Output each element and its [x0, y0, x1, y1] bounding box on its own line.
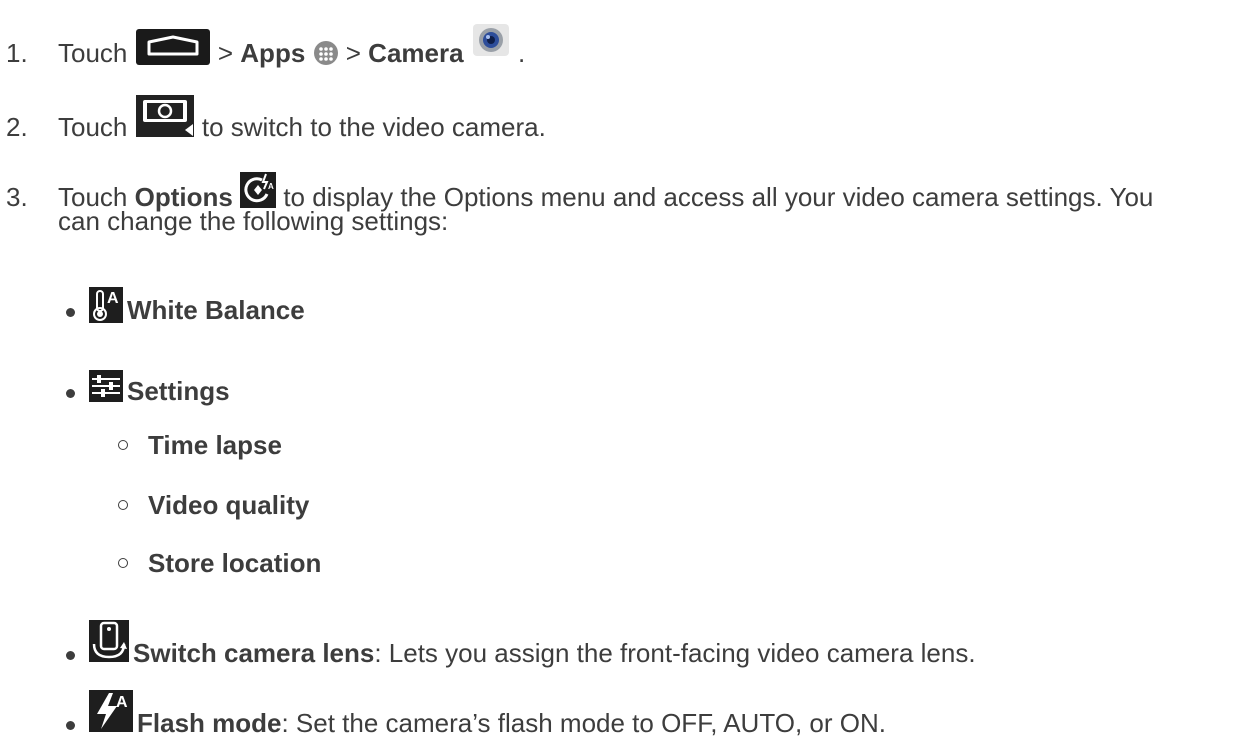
- svg-text:A: A: [268, 182, 274, 191]
- apps-grid-icon: [313, 40, 339, 72]
- bullet-label: Switch camera lens: [133, 638, 375, 668]
- apps-label: Apps: [240, 38, 306, 68]
- sub-item-store-location: Store location: [118, 548, 321, 578]
- sub-item-label: Store location: [148, 548, 322, 578]
- step-number: 1.: [6, 38, 28, 68]
- touch-text: Touch: [58, 38, 128, 68]
- sub-item-label: Video quality: [148, 490, 310, 520]
- list-item-settings: Settings: [66, 370, 230, 408]
- separator: >: [217, 38, 234, 68]
- bullet-description: : Set the camera’s flash mode to OFF, AU…: [281, 708, 886, 738]
- bullet-dot: [66, 651, 75, 660]
- sub-bullet: [118, 500, 128, 510]
- step-2-text: to switch to the video camera.: [201, 112, 546, 142]
- sub-bullet: [118, 558, 128, 568]
- list-item-flash-mode: A Flash mode: Set the camera’s flash mod…: [66, 690, 886, 738]
- step-number: 3.: [6, 182, 28, 212]
- separator: >: [345, 38, 361, 68]
- step-2: 2. Touch to switch to the video camera.: [6, 94, 546, 144]
- period: .: [518, 38, 526, 68]
- instruction-page: 1. Touch > Apps > Camera . 2. Touch to s…: [0, 0, 1256, 744]
- bullet-description: : Lets you assign the front-facing video…: [374, 638, 976, 668]
- bullet-dot: [66, 389, 75, 398]
- switch-camera-icon: [89, 620, 129, 668]
- white-balance-icon: A: [89, 287, 123, 329]
- camera-label: Camera: [368, 38, 464, 68]
- step-3-continuation: can change the following settings:: [58, 206, 449, 236]
- sub-item-video-quality: Video quality: [118, 490, 309, 520]
- list-item-white-balance: A White Balance: [66, 287, 305, 329]
- bullet-dot: [66, 308, 75, 317]
- home-button-icon: [135, 28, 211, 72]
- sub-item-label: Time lapse: [148, 430, 282, 460]
- camera-app-icon: [471, 22, 511, 64]
- step-number: 2.: [6, 112, 28, 142]
- settings-sliders-icon: [89, 370, 123, 408]
- flash-auto-icon: A: [89, 690, 133, 738]
- bullet-label: Settings: [127, 376, 230, 406]
- list-item-switch-camera-lens: Switch camera lens: Lets you assign the …: [66, 620, 976, 668]
- touch-text: Touch: [58, 112, 128, 142]
- sub-item-time-lapse: Time lapse: [118, 430, 282, 460]
- svg-text:A: A: [107, 290, 119, 307]
- step-1: 1. Touch > Apps > Camera .: [6, 22, 525, 72]
- sub-bullet: [118, 440, 128, 450]
- bullet-dot: [66, 721, 75, 730]
- bullet-label: White Balance: [127, 295, 305, 325]
- bullet-label: Flash mode: [137, 708, 282, 738]
- svg-text:A: A: [116, 694, 128, 711]
- video-camera-switch-icon: [135, 94, 195, 144]
